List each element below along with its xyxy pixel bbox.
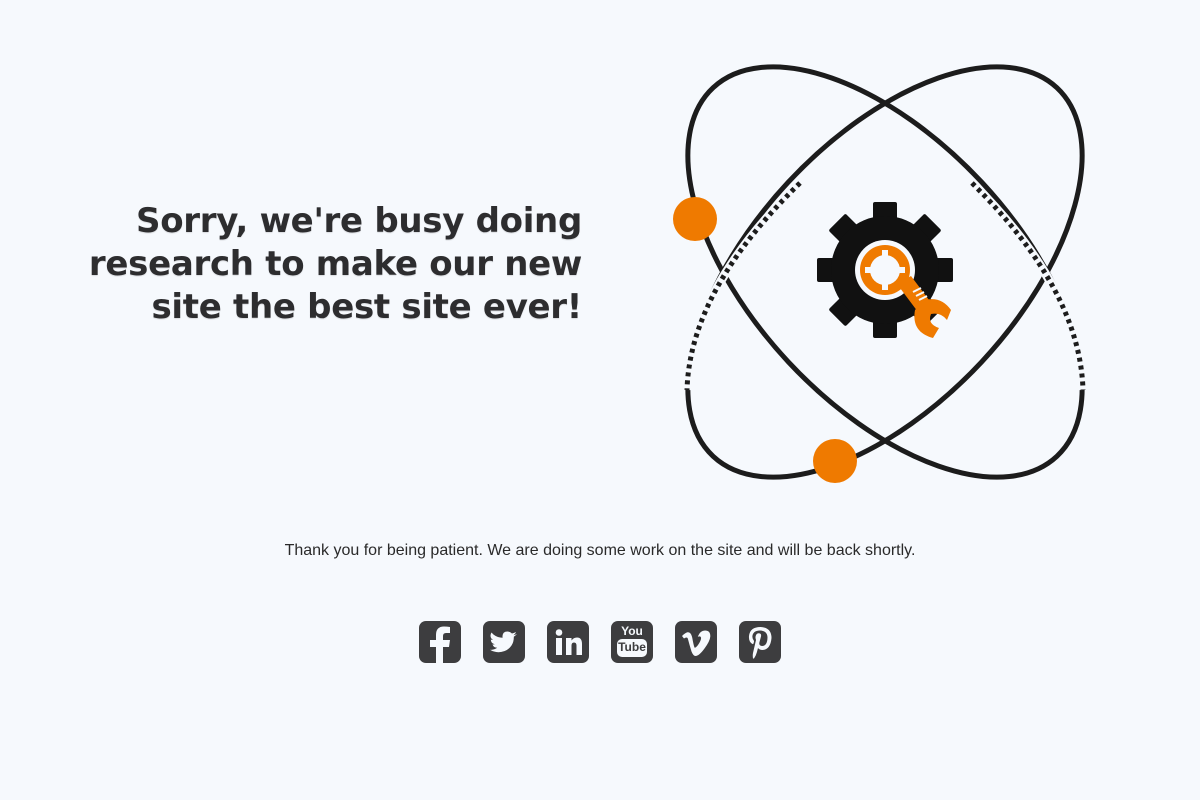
pinterest-link[interactable] [739,621,781,663]
facebook-link[interactable] [419,621,461,663]
electron-dot-2 [813,439,857,483]
linkedin-link[interactable] [547,621,589,663]
twitter-icon [490,631,517,653]
atom-illustration [650,50,1120,500]
pinterest-icon [748,627,772,659]
youtube-link[interactable]: You Tube [611,621,653,663]
headline-line-1: Sorry, we're busy doing [136,201,582,241]
vimeo-link[interactable] [675,621,717,663]
vimeo-icon [682,630,711,656]
atom-gear-wrench-icon [673,64,1088,483]
electron-dot-1 [673,197,717,241]
youtube-label-bottom: Tube [618,640,646,654]
facebook-icon [430,626,450,663]
maintenance-message: Thank you for being patient. We are doin… [284,542,916,559]
linkedin-icon [555,629,582,655]
youtube-label-top: You [621,624,643,638]
twitter-link[interactable] [483,621,525,663]
gear-icon [817,202,953,338]
headline: Sorry, we're busy doing research to make… [60,200,582,329]
social-links: You Tube [419,621,781,664]
maintenance-page: Sorry, we're busy doing research to make… [0,0,1200,800]
headline-line-3: site the best site ever! [151,287,582,327]
headline-line-2: research to make our new [88,244,582,284]
